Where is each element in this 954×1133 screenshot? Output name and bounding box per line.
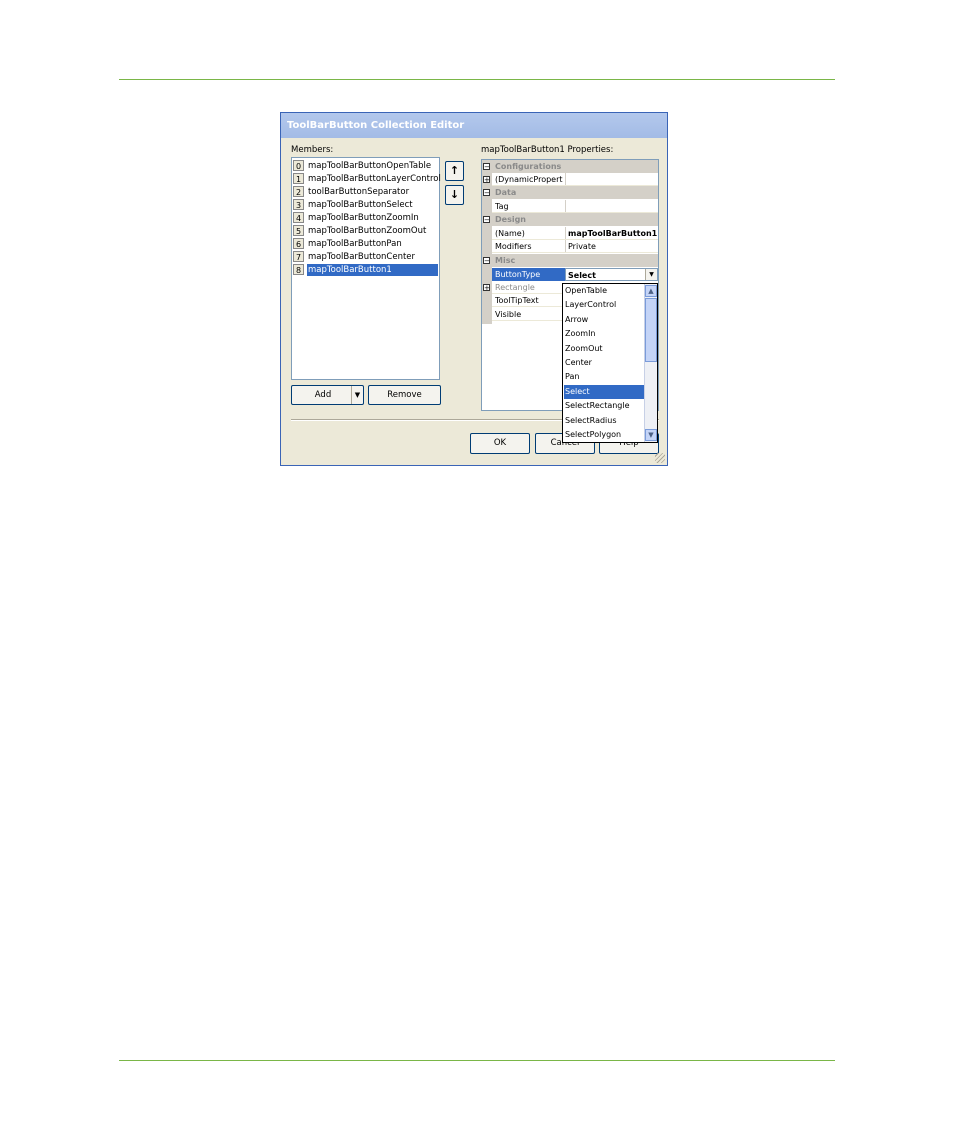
member-name: mapToolBarButtonPan <box>308 239 402 249</box>
dropdown-item[interactable]: Pan <box>564 370 645 384</box>
dropdown-item[interactable]: ZoomOut <box>564 342 645 356</box>
dropdown-arrow-icon[interactable]: ▼ <box>351 386 363 404</box>
bottom-rule <box>119 1060 835 1061</box>
chevron-down-icon[interactable]: ▼ <box>645 269 657 280</box>
member-index: 3 <box>293 199 304 210</box>
property-row-dynamicproperties[interactable]: + (DynamicProperties) <box>482 173 658 186</box>
list-item-selected[interactable]: 8 mapToolBarButton1 <box>293 264 438 276</box>
property-name: ButtonType <box>492 268 566 281</box>
category-label: Misc <box>495 256 516 265</box>
category-configurations[interactable]: − Configurations <box>482 160 658 173</box>
buttontype-combobox[interactable]: Select ▼ <box>565 268 658 281</box>
category-label: Configurations <box>495 162 562 171</box>
dropdown-item[interactable]: Arrow <box>564 313 645 327</box>
member-index: 2 <box>293 186 304 197</box>
dropdown-item[interactable]: Center <box>564 356 645 370</box>
arrow-down-icon: ↓ <box>449 188 460 201</box>
member-index: 7 <box>293 251 304 262</box>
collapse-icon[interactable]: − <box>483 257 490 265</box>
properties-label: mapToolBarButton1 Properties: <box>481 145 614 155</box>
move-up-button[interactable]: ↑ <box>445 161 464 181</box>
member-name: mapToolBarButtonOpenTable <box>308 161 432 171</box>
buttontype-dropdown-list[interactable]: OpenTable LayerControl Arrow ZoomIn Zoom… <box>562 283 658 443</box>
dropdown-item[interactable]: SelectRectangle <box>564 399 645 413</box>
member-name: mapToolBarButtonCenter <box>308 252 416 262</box>
buttontype-value: Select <box>568 271 596 280</box>
arrow-up-icon: ↑ <box>449 164 460 177</box>
collapse-icon[interactable]: − <box>483 216 490 224</box>
ok-button[interactable]: OK <box>470 433 530 454</box>
member-index: 4 <box>293 212 304 223</box>
category-label: Design <box>495 215 526 224</box>
member-name: toolBarButtonSeparator <box>308 187 410 197</box>
list-item[interactable]: 5 mapToolBarButtonZoomOut <box>293 225 438 237</box>
member-index: 8 <box>293 264 304 275</box>
property-row-tag[interactable]: Tag <box>482 200 658 213</box>
list-item[interactable]: 2 toolBarButtonSeparator <box>293 186 438 198</box>
resize-grip-icon[interactable] <box>655 453 665 463</box>
dialog-title: ToolBarButton Collection Editor <box>287 120 465 131</box>
title-bar[interactable]: ToolBarButton Collection Editor <box>281 113 667 138</box>
member-name: mapToolBarButton1 <box>307 264 438 276</box>
move-down-button[interactable]: ↓ <box>445 185 464 205</box>
expand-icon[interactable]: + <box>483 176 490 184</box>
scrollbar-thumb[interactable] <box>645 298 657 362</box>
dropdown-item[interactable]: SelectPolygon <box>564 428 645 442</box>
category-design[interactable]: − Design <box>482 213 658 226</box>
category-label: Data <box>495 188 517 197</box>
dropdown-item[interactable]: SelectRadius <box>564 414 645 428</box>
property-row-name[interactable]: (Name) mapToolBarButton1 <box>482 227 658 240</box>
list-item[interactable]: 0 mapToolBarButtonOpenTable <box>293 160 438 172</box>
dropdown-item[interactable]: OpenTable <box>564 284 645 298</box>
scroll-up-icon[interactable]: ▲ <box>645 285 657 297</box>
dropdown-item[interactable]: LayerControl <box>564 298 645 312</box>
category-data[interactable]: − Data <box>482 186 658 199</box>
member-index: 5 <box>293 225 304 236</box>
dropdown-item[interactable]: ZoomIn <box>564 327 645 341</box>
add-button-label: Add <box>314 390 332 400</box>
list-item[interactable]: 3 mapToolBarButtonSelect <box>293 199 438 211</box>
add-button[interactable]: Add ▼ <box>291 385 364 405</box>
member-name: mapToolBarButtonZoomOut <box>308 226 427 236</box>
members-list[interactable]: 0 mapToolBarButtonOpenTable 1 mapToolBarBu… <box>291 157 441 380</box>
ok-button-label: OK <box>493 438 507 448</box>
collection-editor-dialog: ToolBarButton Collection Editor Members:… <box>280 112 668 466</box>
members-label: Members: <box>291 145 334 155</box>
member-name: mapToolBarButtonZoomIn <box>308 213 419 223</box>
top-rule <box>119 79 835 80</box>
remove-button-label: Remove <box>387 390 422 400</box>
dropdown-scrollbar[interactable]: ▲ ▼ <box>644 284 657 442</box>
collapse-icon[interactable]: − <box>483 189 490 197</box>
remove-button[interactable]: Remove <box>368 385 441 405</box>
member-name: mapToolBarButtonLayerControl <box>308 174 441 184</box>
member-name: mapToolBarButtonSelect <box>308 200 413 210</box>
list-item[interactable]: 1 mapToolBarButtonLayerControl <box>293 173 441 185</box>
category-misc[interactable]: − Misc <box>482 254 658 267</box>
collapse-icon[interactable]: − <box>483 163 490 171</box>
member-index: 6 <box>293 238 304 249</box>
dropdown-item-selected[interactable]: Select <box>564 385 645 399</box>
scroll-down-icon[interactable]: ▼ <box>645 429 657 441</box>
expand-icon[interactable]: + <box>483 284 490 292</box>
list-item[interactable]: 4 mapToolBarButtonZoomIn <box>293 212 438 224</box>
property-row-buttontype[interactable]: ButtonType Select ▼ <box>482 268 658 281</box>
list-item[interactable]: 6 mapToolBarButtonPan <box>293 238 438 250</box>
property-row-modifiers[interactable]: Modifiers Private <box>482 240 658 253</box>
member-index: 0 <box>293 160 304 171</box>
member-index: 1 <box>293 173 304 184</box>
list-item[interactable]: 7 mapToolBarButtonCenter <box>293 251 438 263</box>
